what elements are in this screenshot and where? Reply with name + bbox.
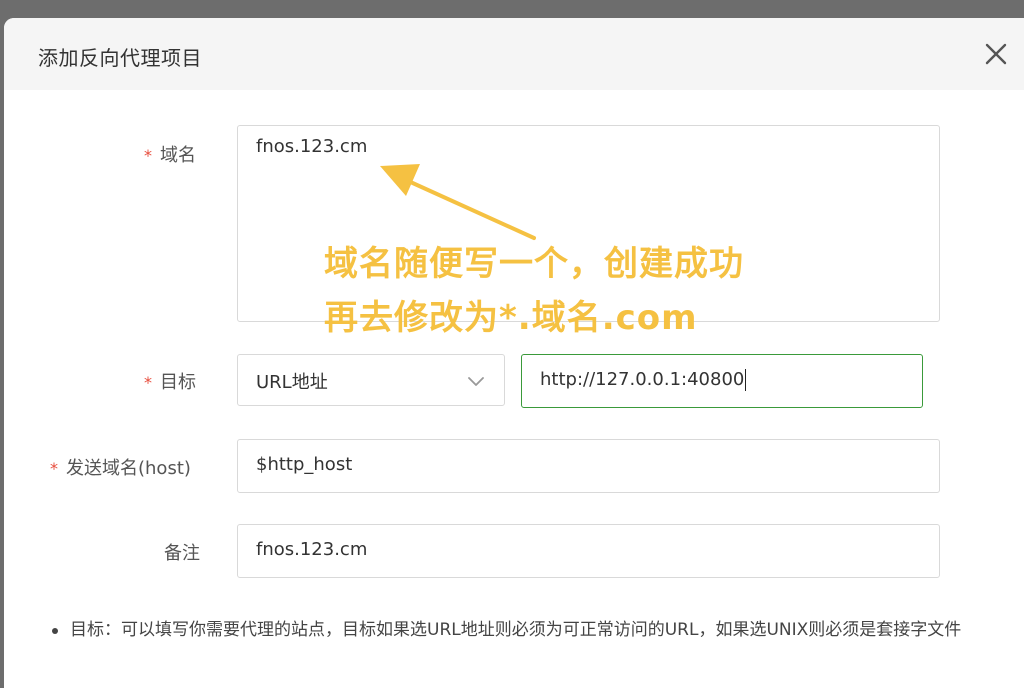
domain-value: fnos.123.cm: [256, 136, 368, 157]
send-host-input[interactable]: $http_host: [237, 439, 940, 493]
annotation-arrow: [380, 164, 536, 240]
dialog-title: 添加反向代理项目: [38, 46, 202, 70]
target-label: * 目标: [144, 368, 196, 394]
target-type-value: URL地址: [256, 372, 328, 393]
chevron-down-icon: [468, 377, 484, 386]
domain-textarea[interactable]: fnos.123.cm: [237, 125, 940, 322]
target-url-text: http://127.0.0.1:40800: [540, 369, 745, 390]
dialog-header: 添加反向代理项目: [4, 18, 1024, 90]
domain-label: * 域名: [144, 141, 196, 167]
backdrop: [0, 0, 1024, 18]
required-mark: *: [144, 373, 152, 392]
send-host-value: $http_host: [256, 454, 353, 475]
send-host-label-text: 发送域名(host): [66, 458, 191, 479]
target-type-select[interactable]: URL地址: [237, 354, 505, 406]
bullet: [52, 628, 58, 634]
annotation-line-2: 再去修改为*.域名.com: [324, 298, 698, 338]
target-url-input[interactable]: http://127.0.0.1:40800: [521, 354, 923, 408]
note-label: 备注: [164, 539, 200, 565]
required-mark: *: [144, 146, 152, 165]
target-url-value: http://127.0.0.1:40800: [540, 369, 747, 391]
send-host-label: * 发送域名(host): [50, 454, 191, 480]
close-icon: [985, 43, 1007, 65]
domain-label-text: 域名: [160, 145, 196, 166]
close-button[interactable]: [980, 38, 1012, 70]
target-label-text: 目标: [160, 372, 196, 393]
hint-item: 目标：可以填写你需要代理的站点，目标如果选URL地址则必须为可正常访问的URL，…: [70, 620, 962, 640]
note-input[interactable]: fnos.123.cm: [237, 524, 940, 578]
note-label-text: 备注: [164, 543, 200, 564]
add-reverse-proxy-dialog: 添加反向代理项目 * 域名 fnos.123.cm 域名随便写一个，创建成功 再去…: [4, 18, 1024, 688]
text-caret: [745, 369, 747, 391]
required-mark: *: [50, 459, 58, 478]
annotation-line-1: 域名随便写一个，创建成功: [324, 244, 744, 284]
note-value: fnos.123.cm: [256, 539, 368, 560]
